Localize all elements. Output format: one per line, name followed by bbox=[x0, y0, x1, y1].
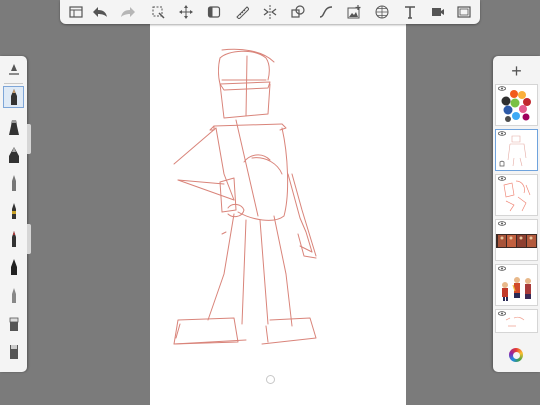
layer-red-sketch[interactable] bbox=[495, 174, 538, 216]
selection-icon[interactable] bbox=[150, 4, 166, 20]
color-puck-thumbnail bbox=[501, 90, 531, 122]
pencil-brush-icon[interactable] bbox=[3, 86, 24, 108]
layer-sketch-active[interactable] bbox=[495, 129, 538, 171]
brush-settings-icon[interactable] bbox=[4, 60, 23, 80]
photo-strip-thumbnail bbox=[496, 234, 537, 248]
undo-icon[interactable] bbox=[92, 4, 108, 20]
shapes-icon[interactable] bbox=[290, 4, 306, 20]
red-sketch-thumbnail bbox=[503, 180, 531, 212]
ink-pen-icon[interactable] bbox=[4, 257, 23, 277]
brush-palette-handle-bottom[interactable] bbox=[27, 224, 31, 254]
brush-palette-handle-top[interactable] bbox=[27, 124, 31, 154]
layer-editor-icon[interactable] bbox=[206, 4, 222, 20]
text-icon[interactable] bbox=[402, 4, 418, 20]
characters-thumbnail bbox=[502, 277, 531, 301]
color-wheel-icon[interactable] bbox=[509, 348, 523, 362]
fullscreen-icon[interactable] bbox=[456, 4, 472, 20]
curve-icon[interactable] bbox=[318, 4, 334, 20]
add-image-icon[interactable] bbox=[346, 4, 362, 20]
layer-small-sketch[interactable] bbox=[495, 309, 538, 333]
perspective-icon[interactable] bbox=[374, 4, 390, 20]
top-toolbar bbox=[60, 0, 480, 24]
redo-icon[interactable] bbox=[120, 4, 136, 20]
palette-divider bbox=[4, 83, 23, 84]
paintbrush-icon[interactable] bbox=[4, 229, 23, 249]
chisel-marker-icon[interactable] bbox=[4, 145, 23, 165]
ballpoint-pen-icon[interactable] bbox=[4, 201, 23, 221]
symmetry-icon[interactable] bbox=[262, 4, 278, 20]
smudge-tool-icon[interactable] bbox=[4, 341, 23, 361]
camera-icon[interactable] bbox=[430, 4, 446, 20]
gallery-icon[interactable] bbox=[68, 4, 84, 20]
sketch-thumbnail bbox=[499, 135, 527, 167]
felt-pen-icon[interactable] bbox=[4, 173, 23, 193]
brush-palette bbox=[0, 56, 27, 372]
transform-icon[interactable] bbox=[178, 4, 194, 20]
eraser-icon[interactable] bbox=[4, 313, 23, 333]
ruler-icon[interactable] bbox=[234, 4, 250, 20]
add-layer-button[interactable]: + bbox=[493, 62, 540, 80]
layer-photo-strip[interactable] bbox=[495, 219, 538, 261]
layer-character-thumbnails[interactable] bbox=[495, 264, 538, 306]
layer-color-puck[interactable] bbox=[495, 84, 538, 126]
small-sketch-thumbnail bbox=[505, 316, 525, 327]
lock-icon bbox=[499, 160, 505, 167]
sketch-drawing bbox=[173, 48, 317, 345]
layers-panel: + bbox=[493, 56, 540, 372]
drawing-canvas[interactable] bbox=[150, 24, 406, 405]
soft-pencil-icon[interactable] bbox=[4, 285, 23, 305]
canvas-home-indicator bbox=[266, 375, 275, 384]
airbrush-icon[interactable] bbox=[4, 117, 23, 137]
